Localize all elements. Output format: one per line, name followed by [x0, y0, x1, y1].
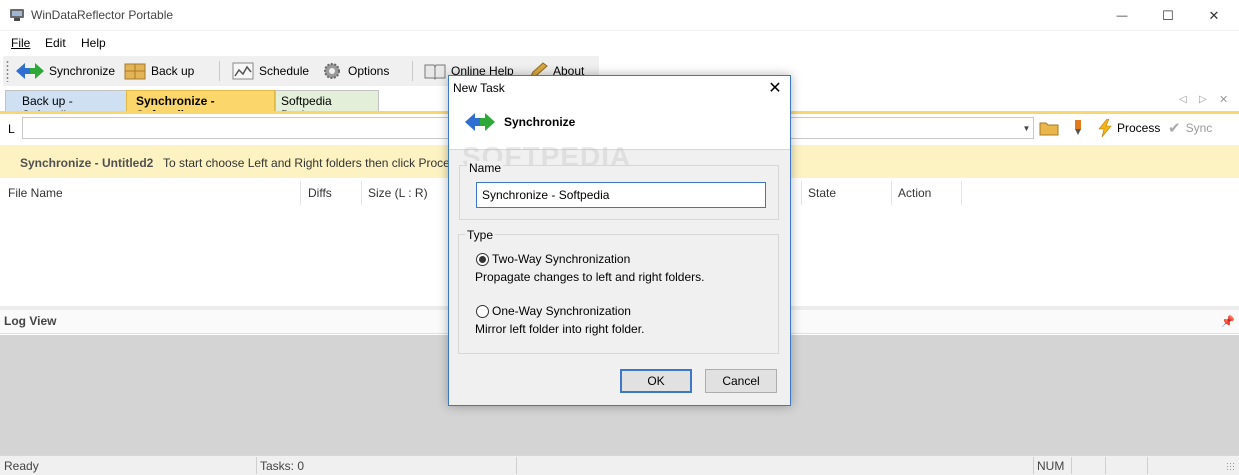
column-divider [801, 181, 802, 205]
backup-box-icon [124, 63, 146, 80]
menu-edit[interactable]: Edit [45, 36, 66, 50]
schedule-label: Schedule [259, 64, 310, 78]
folder-icon[interactable] [1039, 119, 1059, 137]
backup-button[interactable]: Back up [124, 60, 194, 82]
radio-selected-icon [476, 252, 489, 266]
menu-help[interactable]: Help [81, 36, 106, 50]
options-button[interactable]: Options [321, 60, 389, 82]
tab-backup-softpedia[interactable]: Back up - Softpedia [5, 90, 127, 122]
tab-prev-icon[interactable]: ◁ [1179, 94, 1187, 105]
status-divider [1105, 457, 1106, 474]
column-diffs[interactable]: Diffs [308, 186, 332, 200]
status-divider [1147, 457, 1148, 474]
maximize-button[interactable]: ☐ [1145, 0, 1191, 31]
status-divider [1071, 457, 1072, 474]
sync-arrows-icon [465, 113, 495, 131]
one-way-description: Mirror left folder into right folder. [475, 322, 645, 336]
gear-icon [324, 63, 340, 79]
status-divider [516, 457, 517, 474]
tab-next-icon[interactable]: ▷ [1199, 94, 1207, 105]
menu-file[interactable]: File [11, 36, 30, 50]
toolbar-grip[interactable] [6, 60, 9, 82]
process-label: Process [1117, 121, 1161, 135]
synchronize-button[interactable]: Synchronize [16, 60, 115, 82]
minimize-icon: — [1116, 9, 1128, 22]
app-icon [10, 9, 24, 21]
ok-button[interactable]: OK [620, 369, 692, 393]
two-way-radio[interactable]: Two-Way Synchronization [476, 252, 630, 266]
minimize-button[interactable]: — [1099, 0, 1145, 31]
sync-arrows-icon [16, 63, 44, 79]
synchronize-label: Synchronize [49, 64, 116, 78]
status-ready: Ready [4, 459, 39, 473]
process-button[interactable]: Process [1098, 119, 1160, 137]
column-file-name[interactable]: File Name [8, 186, 63, 200]
info-instructions: To start choose Left and Right folders t… [163, 156, 456, 170]
status-divider [1033, 457, 1034, 474]
lightning-icon [1098, 119, 1112, 137]
left-folder-label: L [8, 122, 15, 136]
log-view-title: Log View [4, 314, 57, 328]
close-button[interactable]: ✕ [1191, 0, 1237, 31]
column-state[interactable]: State [808, 186, 836, 200]
schedule-chart-icon [232, 62, 254, 80]
toolbar-separator [219, 61, 220, 81]
task-name-input[interactable] [476, 182, 766, 208]
column-size[interactable]: Size (L : R) [368, 186, 428, 200]
marker-icon[interactable] [1072, 119, 1084, 137]
maximize-icon: ☐ [1162, 7, 1174, 23]
dialog-close-icon[interactable]: ✕ [765, 78, 785, 98]
status-num: NUM [1037, 459, 1065, 473]
sync-label: Sync [1185, 121, 1213, 135]
dialog-title: New Task [453, 81, 505, 95]
dialog-header-title: Synchronize [504, 115, 576, 129]
name-label: Name [467, 161, 504, 175]
status-divider [256, 457, 257, 474]
resize-grip[interactable] [1226, 462, 1236, 472]
book-icon [424, 64, 446, 80]
one-way-label: One-Way Synchronization [492, 304, 631, 318]
pin-icon[interactable]: 📌 [1221, 315, 1235, 328]
window-title: WinDataReflector Portable [31, 8, 174, 22]
info-task-title: Synchronize - Untitled2 [20, 156, 154, 170]
toolbar-separator [412, 61, 413, 81]
type-label: Type [465, 228, 496, 242]
column-divider [300, 181, 301, 205]
one-way-radio[interactable]: One-Way Synchronization [476, 304, 631, 318]
radio-unselected-icon [476, 304, 489, 318]
options-label: Options [348, 64, 390, 78]
column-divider [891, 181, 892, 205]
menu-bar [0, 31, 1239, 55]
tab-softpedia-backup[interactable]: Softpedia Backup [275, 90, 379, 122]
status-tasks: Tasks: 0 [260, 459, 305, 473]
two-way-description: Propagate changes to left and right fold… [475, 270, 705, 284]
tab-synchronize-softpedia[interactable]: Synchronize - Softpedia [126, 90, 275, 122]
check-icon: ✔ [1168, 120, 1181, 137]
schedule-button[interactable]: Schedule [232, 60, 309, 82]
column-divider [961, 181, 962, 205]
sync-button[interactable]: ✔ Sync [1168, 119, 1212, 137]
chevron-down-icon[interactable]: ▼ [1020, 118, 1033, 138]
column-action[interactable]: Action [898, 186, 931, 200]
title-bar [0, 0, 1239, 31]
two-way-label: Two-Way Synchronization [492, 252, 631, 266]
backup-label: Back up [151, 64, 195, 78]
cancel-button[interactable]: Cancel [705, 369, 777, 393]
close-icon: ✕ [1208, 7, 1220, 23]
tab-close-icon[interactable]: ✕ [1219, 93, 1228, 106]
column-divider [361, 181, 362, 205]
